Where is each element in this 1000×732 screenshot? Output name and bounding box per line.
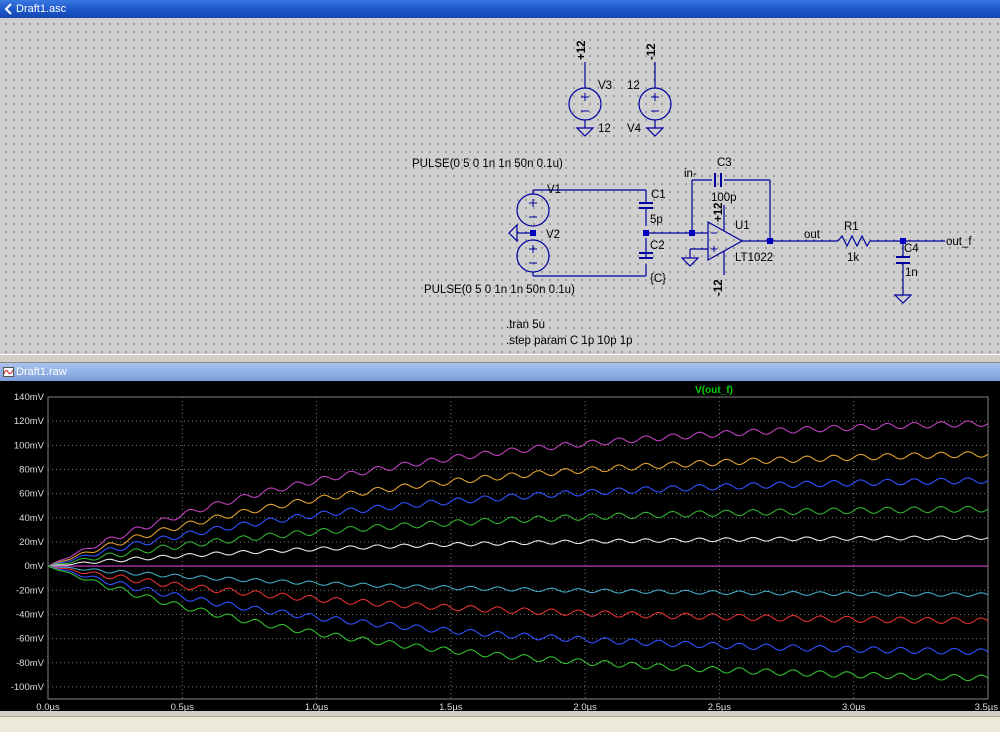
trace-group xyxy=(47,420,989,682)
step-directive: .step param C 1p 10p 1p xyxy=(506,335,633,347)
ground-symbol-opamp xyxy=(680,257,700,267)
trace-line-9[interactable] xyxy=(47,565,989,682)
waveform-window-title: Draft1.raw xyxy=(16,366,67,378)
waveform-chart[interactable]: V(out_f) 140mV 120mV 100mV 80mV 60mV 40mV 20mV… xyxy=(0,381,1000,713)
u1-vpos-label: +12 xyxy=(713,202,725,222)
y-tick-label: 120mV xyxy=(14,416,45,427)
schematic-drawing[interactable]: +12 V3 12 -12 12 V4 PULSE(0 5 0 1n 1n 50… xyxy=(0,18,1000,354)
y-tick-label: 80mV xyxy=(19,464,44,475)
x-tick-label: 1.0µs xyxy=(305,702,329,711)
y-tick-label: -40mV xyxy=(16,609,45,620)
c3-name: C3 xyxy=(717,157,732,169)
c3-value: 100p xyxy=(711,192,737,204)
trace-line-0[interactable] xyxy=(47,420,989,567)
y-tick-label: 20mV xyxy=(19,537,44,548)
trace-line-2[interactable] xyxy=(47,477,989,567)
y-tick-label: 0mV xyxy=(24,561,44,572)
schematic-window-title: Draft1.asc xyxy=(16,3,67,15)
x-tick-label: 2.0µs xyxy=(573,702,597,711)
c4-name: C4 xyxy=(904,243,919,255)
c1-name: C1 xyxy=(651,189,666,201)
trace-line-4[interactable] xyxy=(47,535,989,567)
plot-grid xyxy=(47,396,989,700)
tran-directive: .tran 5u xyxy=(506,319,545,331)
ground-symbol-v3 xyxy=(575,127,595,137)
y-tick-label: -60mV xyxy=(16,634,45,645)
v4-name: V4 xyxy=(627,123,642,135)
trace-line-1[interactable] xyxy=(47,451,989,567)
y-tick-label: 40mV xyxy=(19,513,44,524)
u1-name: U1 xyxy=(735,220,750,232)
y-tick-label: 140mV xyxy=(14,392,45,403)
y-axis-ticks: 140mV 120mV 100mV 80mV 60mV 40mV 20mV 0mV -20mV -… xyxy=(11,392,45,693)
y-tick-label: 60mV xyxy=(19,489,44,500)
y-tick-label: -20mV xyxy=(16,585,45,596)
v3-value: 12 xyxy=(598,123,611,135)
r1-value: 1k xyxy=(847,252,859,264)
x-tick-label: 3.5µs xyxy=(975,702,999,711)
plot-frame xyxy=(47,396,989,700)
x-tick-label: 1.5µs xyxy=(439,702,463,711)
trace-title[interactable]: V(out_f) xyxy=(695,385,733,396)
trace-line-6[interactable] xyxy=(47,565,989,597)
trace-line-3[interactable] xyxy=(47,505,989,567)
v4-net-label: -12 xyxy=(646,43,658,60)
v4-value: 12 xyxy=(627,80,640,92)
c4-value: 1n xyxy=(905,267,918,279)
schematic-title-bar[interactable]: Draft1.asc xyxy=(0,0,1000,18)
ground-symbol-v1v2 xyxy=(508,223,518,243)
x-tick-label: 0.5µs xyxy=(171,702,195,711)
x-axis-ticks: 0.0µs 0.5µs 1.0µs 1.5µs 2.0µs 2.5µs 3.0µs 3.5µs xyxy=(36,702,999,713)
v3-net-label: +12 xyxy=(576,40,588,60)
out-net-label: out xyxy=(804,229,821,241)
schematic-canvas[interactable]: +12 V3 12 -12 12 V4 PULSE(0 5 0 1n 1n 50… xyxy=(0,18,1000,354)
v2-name: V2 xyxy=(546,229,560,241)
in-minus-label: in- xyxy=(684,168,697,180)
waveform-plot[interactable]: V(out_f) 140mV 120mV 100mV 80mV 60mV 40mV 20mV… xyxy=(0,381,1000,713)
y-tick-label: -80mV xyxy=(16,658,45,669)
u1-vneg-label: -12 xyxy=(713,279,725,296)
c1-value: 5p xyxy=(650,214,663,226)
waveform-title-bar[interactable]: Draft1.raw xyxy=(0,363,1000,381)
x-tick-label: 3.0µs xyxy=(842,702,866,711)
c2-value: {C} xyxy=(650,273,666,285)
waveform-document-icon xyxy=(3,367,14,377)
r1-name: R1 xyxy=(844,221,859,233)
x-tick-label: 2.5µs xyxy=(708,702,732,711)
v2-value: PULSE(0 5 0 1n 1n 50n 0.1u) xyxy=(424,284,575,296)
ground-symbol-c4 xyxy=(893,294,913,304)
pane-splitter[interactable] xyxy=(0,354,1000,363)
c2-name: C2 xyxy=(650,240,665,252)
v3-name: V3 xyxy=(598,80,612,92)
out-f-net-label: out_f xyxy=(946,236,972,248)
ground-symbol-v4 xyxy=(645,127,665,137)
y-tick-label: 100mV xyxy=(14,440,45,451)
v1-value: PULSE(0 5 0 1n 1n 50n 0.1u) xyxy=(412,158,563,170)
v1-name: V1 xyxy=(547,184,561,196)
status-bar xyxy=(0,716,1000,732)
y-tick-label: -100mV xyxy=(11,682,45,693)
trace-line-7[interactable] xyxy=(47,565,989,625)
u1-model: LT1022 xyxy=(735,252,773,264)
schematic-document-icon xyxy=(4,3,12,15)
x-tick-label: 0.0µs xyxy=(36,702,60,711)
